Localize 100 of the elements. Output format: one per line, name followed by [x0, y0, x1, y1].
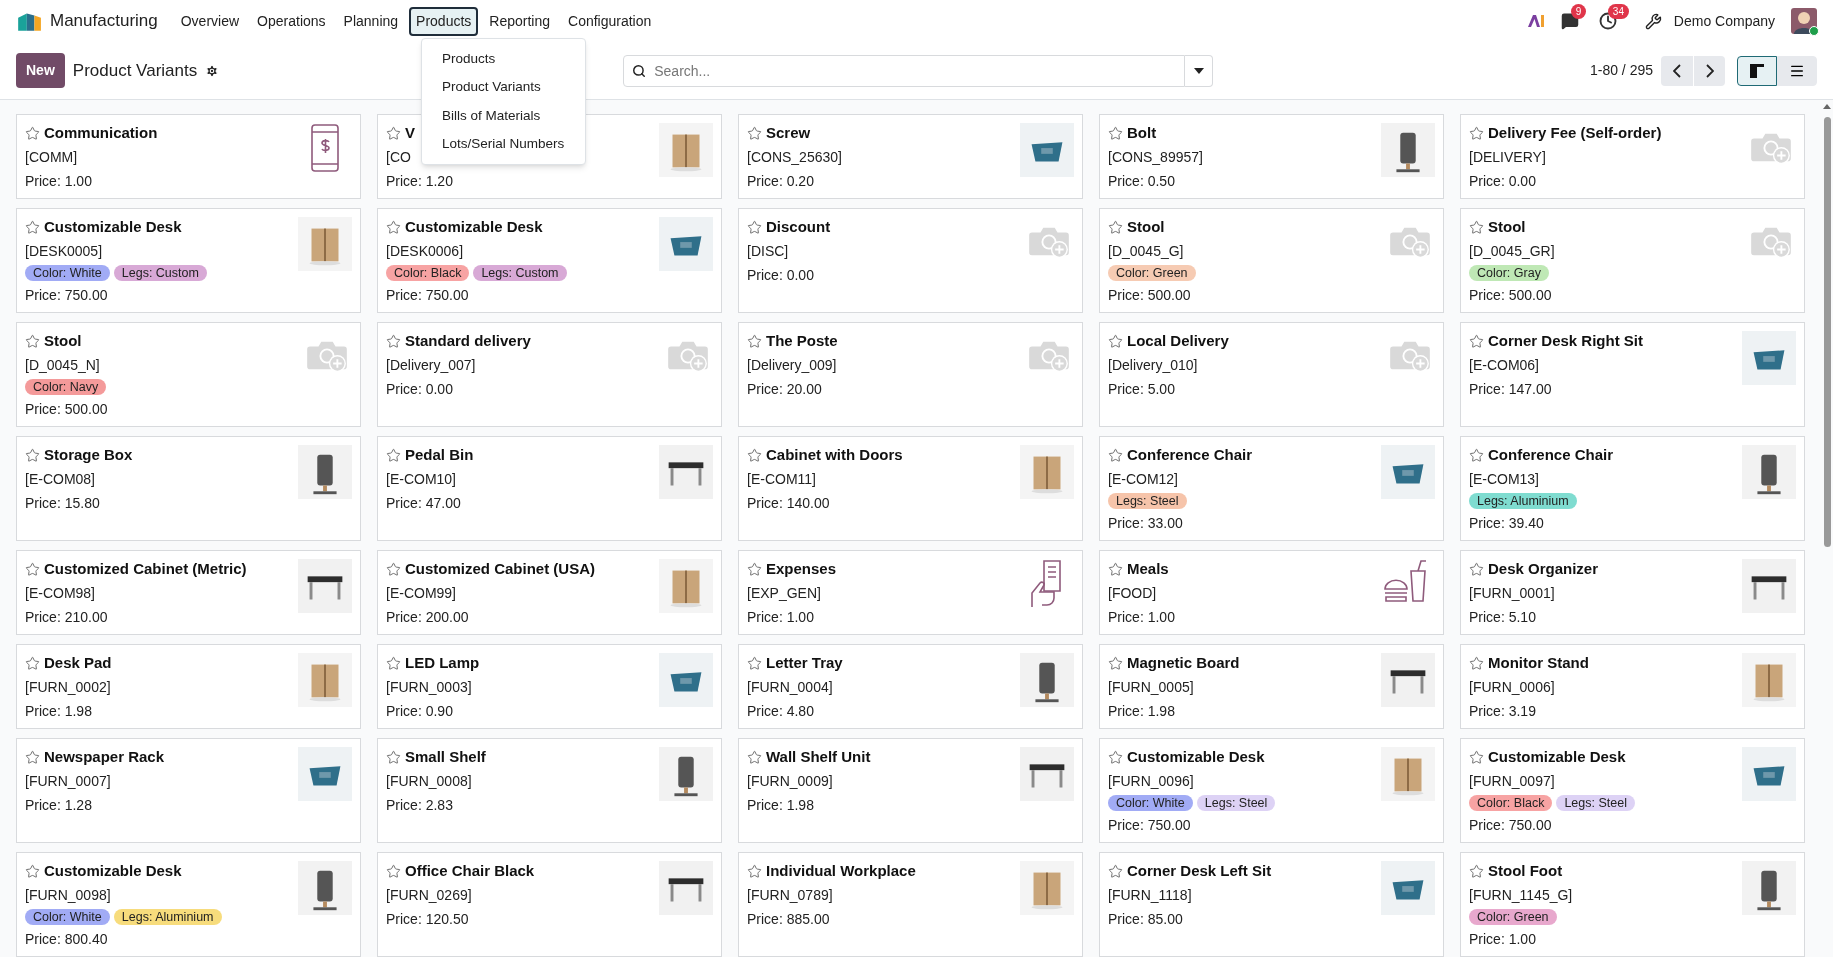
product-name: Delivery Fee (Self-order)	[1488, 123, 1662, 143]
product-name: Bolt	[1127, 123, 1157, 143]
product-code: [FURN_0002]	[25, 678, 112, 697]
product-name: Customized Cabinet (Metric)	[44, 559, 247, 579]
product-name: Meals	[1127, 559, 1169, 579]
product-price: Price: 15.80	[25, 494, 101, 513]
attribute-tag: Color: Green	[1469, 909, 1557, 925]
product-name: Conference Chair	[1127, 445, 1253, 465]
product-price: Price: 0.00	[747, 266, 815, 285]
product-price: Price: 1.98	[747, 796, 815, 815]
product-code: [FURN_1145_G]	[1469, 886, 1573, 905]
attribute-tag: Color: Black	[386, 265, 470, 281]
product-code: [EXP_GEN]	[747, 584, 822, 603]
product-price: Price: 750.00	[386, 286, 470, 305]
product-price: Price: 20.00	[747, 380, 823, 399]
product-name: Screw	[766, 123, 811, 143]
attribute-tag: Color: Green	[1108, 265, 1196, 281]
product-code: [FURN_0269]	[386, 886, 473, 905]
product-price: Price: 800.40	[25, 930, 109, 949]
product-code: [FURN_0789]	[747, 886, 834, 905]
product-name: Corner Desk Left Sit	[1127, 861, 1272, 881]
product-price: Price: 85.00	[1108, 910, 1184, 929]
product-price: Price: 1.00	[1108, 608, 1175, 627]
product-price: Price: 1.00	[747, 608, 815, 627]
product-name: Conference Chair	[1488, 445, 1614, 465]
product-code: [DESK0006]	[386, 242, 465, 261]
product-price: Price: 200.00	[386, 608, 470, 627]
product-name: Customizable Desk	[44, 217, 182, 237]
product-code: [Delivery_009]	[747, 356, 838, 375]
product-price: Price: 0.90	[386, 702, 454, 721]
product-code: [CONS_25630]	[747, 148, 842, 167]
product-name: Stool	[1127, 217, 1165, 237]
product-name: LED Lamp	[405, 653, 480, 673]
attribute-tag: Color: White	[25, 909, 110, 925]
product-code: [E-COM06]	[1469, 356, 1540, 375]
page-title: Product Variants	[72, 59, 198, 82]
product-name: Discount	[766, 217, 831, 237]
product-price: Price: 147.00	[1469, 380, 1553, 399]
product-name: Stool Foot	[1488, 861, 1563, 881]
product-code: [FURN_0001]	[1469, 584, 1556, 603]
product-code: [FOOD]	[1108, 584, 1158, 603]
product-code: [FURN_0096]	[1108, 772, 1195, 791]
product-name: Customizable Desk	[44, 861, 182, 881]
product-code: [CO	[386, 148, 412, 167]
product-code: [FURN_0009]	[747, 772, 834, 791]
product-name: Wall Shelf Unit	[766, 747, 871, 767]
product-price: Price: 500.00	[1108, 286, 1192, 305]
product-name: Desk Pad	[44, 653, 112, 673]
product-code: [D_0045_GR]	[1469, 242, 1555, 261]
product-price: Price: 500.00	[25, 400, 108, 419]
product-name: Monitor Stand	[1488, 653, 1589, 673]
product-name: Communication	[44, 123, 158, 143]
product-code: [E-COM12]	[1108, 470, 1179, 489]
product-code: [DESK0005]	[25, 242, 104, 261]
product-code: [E-COM08]	[25, 470, 96, 489]
product-name: Storage Box	[44, 445, 133, 465]
product-code: [FURN_0005]	[1108, 678, 1195, 697]
product-code: [DISC]	[747, 242, 790, 261]
product-code: [FURN_0098]	[25, 886, 112, 905]
product-price: Price: 39.40	[1469, 514, 1545, 533]
product-code: [E-COM10]	[386, 470, 457, 489]
attribute-tag: Legs: Aluminium	[113, 909, 222, 925]
product-name: Local Delivery	[1127, 331, 1229, 351]
attribute-tag: Legs: Steel	[1196, 795, 1276, 811]
product-code: [Delivery_007]	[386, 356, 477, 375]
product-price: Price: 1.20	[386, 172, 453, 191]
attribute-tag: Legs: Steel	[1556, 795, 1635, 811]
product-name: The Poste	[766, 331, 838, 351]
product-code: [D_0045_G]	[1108, 242, 1185, 261]
product-name: Standard delivery	[405, 331, 531, 351]
product-code: [FURN_1118]	[1108, 886, 1193, 905]
product-name: Customizable Desk	[1488, 747, 1626, 767]
product-name: Desk Organizer	[1488, 559, 1599, 579]
product-price: Price: 750.00	[1469, 816, 1553, 835]
product-price: Price: 500.00	[1469, 286, 1553, 305]
product-price: Price: 210.00	[25, 608, 109, 627]
attribute-tag: Color: Black	[1469, 795, 1553, 811]
attribute-tag: Legs: Custom	[473, 265, 567, 281]
product-price: Price: 120.50	[386, 910, 470, 929]
product-price: Price: 0.50	[1108, 172, 1176, 191]
product-name: Individual Workplace	[766, 861, 916, 881]
product-name: Office Chair Black	[405, 861, 535, 881]
product-price: Price: 4.80	[747, 702, 815, 721]
product-price: Price: 1.98	[1108, 702, 1176, 721]
product-code: [COMM]	[25, 148, 79, 167]
product-price: Price: 750.00	[1108, 816, 1192, 835]
product-name: Cabinet with Doors	[766, 445, 903, 465]
product-code: [DELIVERY]	[1469, 148, 1547, 167]
product-code: [FURN_0097]	[1469, 772, 1556, 791]
product-name: Corner Desk Right Sit	[1488, 331, 1644, 351]
product-name: Stool	[44, 331, 82, 351]
product-code: [E-COM11]	[747, 470, 817, 489]
product-name: Customizable Desk	[405, 217, 543, 237]
product-price: Price: 5.00	[1108, 380, 1176, 399]
product-price: Price: 750.00	[25, 286, 109, 305]
product-code: [E-COM99]	[386, 584, 457, 603]
product-code: [FURN_0006]	[1469, 678, 1556, 697]
product-price: Price: 33.00	[1108, 514, 1184, 533]
product-name: V	[405, 123, 415, 143]
product-price: Price: 140.00	[747, 494, 831, 513]
